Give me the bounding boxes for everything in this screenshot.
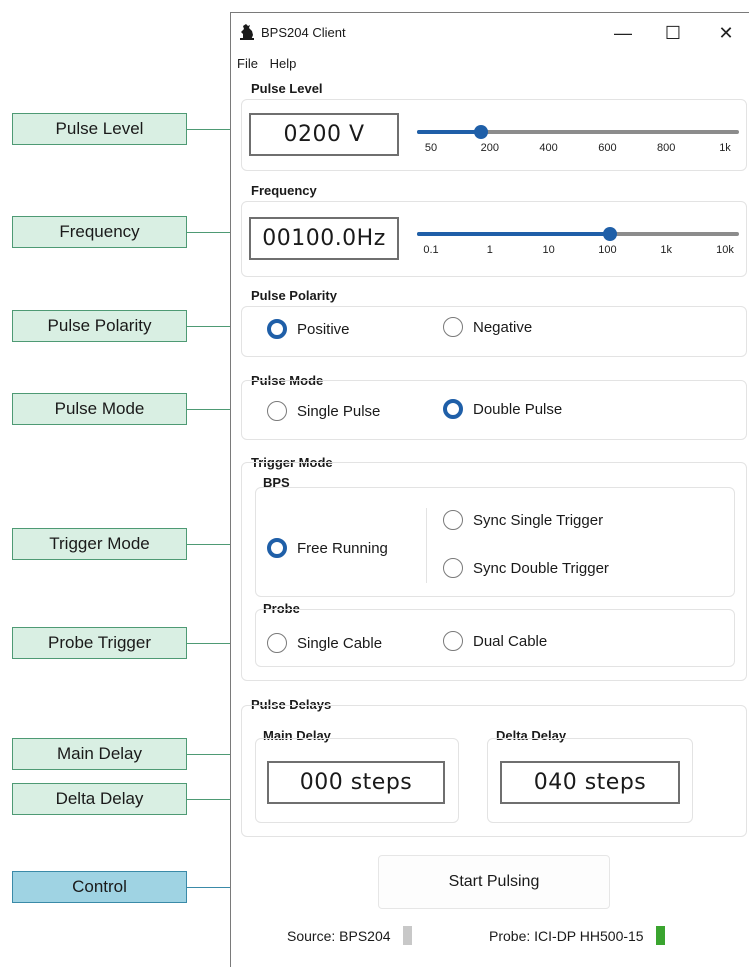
- single-cable-radio[interactable]: Single Cable: [267, 633, 382, 653]
- probe-status-indicator: [655, 926, 665, 945]
- maximize-button[interactable]: ☐: [653, 19, 693, 47]
- frequency-field[interactable]: 00100.0Hz: [249, 217, 399, 260]
- double-pulse-radio-label: Double Pulse: [473, 400, 563, 418]
- pulse-level-tick-label: 50: [424, 142, 438, 154]
- frequency-tick-label: 10: [542, 244, 555, 256]
- sync-single-trigger-indicator: [443, 510, 463, 530]
- close-button[interactable]: ✕: [706, 19, 746, 47]
- app-window: BPS204 Client — ☐ ✕ File Help Pulse Leve…: [230, 12, 749, 967]
- pulse-level-slider[interactable]: [417, 125, 739, 139]
- menu-bar: File Help: [237, 56, 304, 71]
- delta-delay-field[interactable]: 040 steps: [500, 761, 680, 804]
- frequency-tick-label: 100: [598, 244, 617, 256]
- frequency-slider[interactable]: [417, 227, 739, 241]
- pulse-level-tick-label: 600: [598, 142, 617, 154]
- negative-radio-indicator: [443, 317, 463, 337]
- positive-radio-indicator: [267, 319, 287, 339]
- leader-control: [187, 887, 230, 888]
- leader-pulse-mode: [187, 409, 230, 410]
- negative-radio-label: Negative: [473, 318, 533, 336]
- free-running-radio[interactable]: Free Running: [267, 538, 388, 558]
- positive-radio[interactable]: Positive: [267, 319, 350, 339]
- sync-double-trigger-indicator: [443, 558, 463, 578]
- source-status: Source: BPS204: [287, 926, 412, 945]
- dual-cable-radio-label: Dual Cable: [473, 632, 548, 650]
- frequency-title: Frequency: [251, 183, 317, 198]
- callout-pulse-mode: Pulse Mode: [12, 393, 187, 425]
- app-logo-icon: [240, 24, 254, 40]
- frequency-tick-label: 1: [486, 244, 493, 256]
- single-pulse-radio[interactable]: Single Pulse: [267, 401, 380, 421]
- leader-probe-trigger: [187, 643, 230, 644]
- leader-delta-delay: [187, 799, 230, 800]
- sync-double-trigger-radio[interactable]: Sync Double Trigger: [443, 558, 609, 578]
- leader-frequency: [187, 232, 230, 233]
- negative-radio[interactable]: Negative: [443, 317, 532, 337]
- minimize-button[interactable]: —: [603, 19, 643, 47]
- frequency-slider-fill: [417, 232, 611, 236]
- dual-cable-radio[interactable]: Dual Cable: [443, 631, 547, 651]
- sync-single-trigger-radio[interactable]: Sync Single Trigger: [443, 510, 603, 530]
- pulse-level-slider-fill: [417, 130, 482, 134]
- frequency-tick-label: 0.1: [423, 244, 439, 256]
- frequency-tick-label: 10k: [716, 244, 734, 256]
- probe-status: Probe: ICI-DP HH500-15: [489, 926, 665, 945]
- free-running-radio-indicator: [267, 538, 287, 558]
- main-delay-field[interactable]: 000 steps: [267, 761, 445, 804]
- free-running-radio-label: Free Running: [297, 539, 388, 557]
- sync-double-trigger-label: Sync Double Trigger: [473, 559, 609, 577]
- menu-file[interactable]: File: [237, 56, 258, 71]
- callout-control: Control: [12, 871, 187, 903]
- callout-delta-delay: Delta Delay: [12, 783, 187, 815]
- pulse-polarity-title: Pulse Polarity: [251, 288, 337, 303]
- double-pulse-radio[interactable]: Double Pulse: [443, 399, 562, 419]
- pulse-level-tick-label: 200: [480, 142, 499, 154]
- positive-radio-label: Positive: [297, 320, 350, 338]
- callout-pulse-level: Pulse Level: [12, 113, 187, 145]
- dual-cable-radio-indicator: [443, 631, 463, 651]
- window-title: BPS204 Client: [261, 25, 346, 40]
- single-cable-radio-indicator: [267, 633, 287, 653]
- probe-status-label: Probe: ICI-DP HH500-15: [489, 927, 644, 944]
- pulse-level-tick-label: 400: [539, 142, 558, 154]
- callout-pulse-polarity: Pulse Polarity: [12, 310, 187, 342]
- frequency-tick-label: 1k: [660, 244, 672, 256]
- callout-probe-trigger: Probe Trigger: [12, 627, 187, 659]
- single-pulse-radio-indicator: [267, 401, 287, 421]
- pulse-level-tick-label: 800: [657, 142, 676, 154]
- callout-trigger-mode: Trigger Mode: [12, 528, 187, 560]
- start-pulsing-button[interactable]: Start Pulsing: [378, 855, 610, 909]
- sync-single-trigger-label: Sync Single Trigger: [473, 511, 604, 529]
- leader-main-delay: [187, 754, 230, 755]
- double-pulse-radio-indicator: [443, 399, 463, 419]
- pulse-level-tick-label: 1k: [719, 142, 731, 154]
- callout-main-delay: Main Delay: [12, 738, 187, 770]
- menu-help[interactable]: Help: [270, 56, 297, 71]
- leader-pulse-polarity: [187, 326, 230, 327]
- leader-pulse-level: [187, 129, 230, 130]
- single-pulse-radio-label: Single Pulse: [297, 402, 381, 420]
- pulse-level-title: Pulse Level: [251, 81, 323, 96]
- single-cable-radio-label: Single Cable: [297, 634, 383, 652]
- source-status-indicator: [402, 926, 412, 945]
- source-status-label: Source: BPS204: [287, 927, 391, 944]
- pulse-level-field[interactable]: 0200 V: [249, 113, 399, 156]
- leader-trigger-mode: [187, 544, 230, 545]
- bps-separator: [426, 508, 427, 583]
- callout-frequency: Frequency: [12, 216, 187, 248]
- title-bar[interactable]: BPS204 Client — ☐ ✕: [231, 13, 749, 53]
